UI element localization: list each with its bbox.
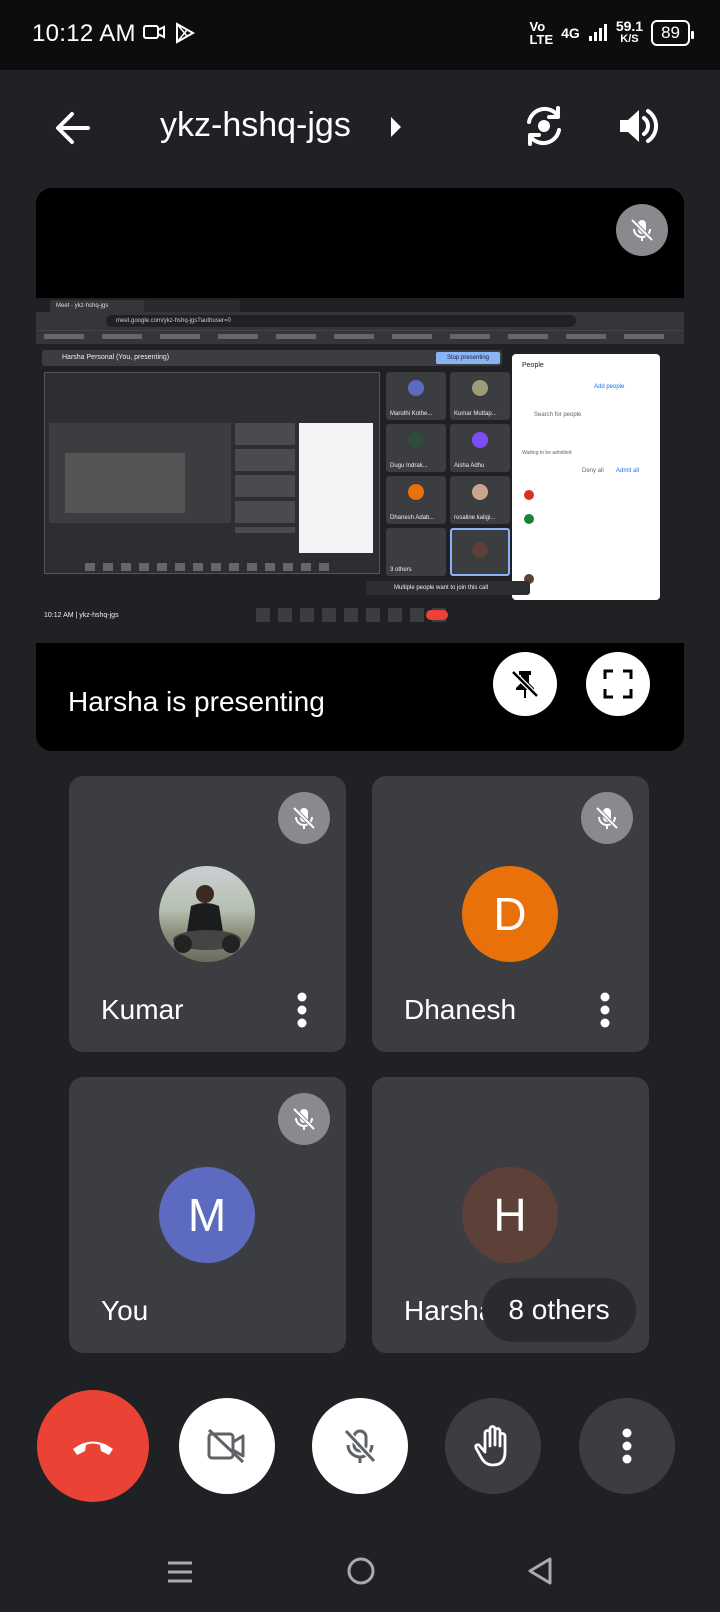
muted-badge bbox=[278, 1093, 330, 1145]
muted-badge bbox=[278, 792, 330, 844]
mic-off-icon bbox=[630, 218, 654, 242]
mic-toggle-button[interactable] bbox=[312, 1398, 408, 1494]
video-camera-icon bbox=[143, 22, 165, 47]
recents-button[interactable] bbox=[166, 1558, 194, 1586]
participant-name: Kumar bbox=[101, 994, 184, 1025]
menu-icon bbox=[168, 1561, 192, 1583]
home-button[interactable] bbox=[346, 1556, 376, 1586]
status-bar: 10:12 AM Vo LTE 4G 59.1 K/S 89 bbox=[0, 0, 720, 70]
fullscreen-icon bbox=[603, 669, 633, 699]
shared-time-code: 10:12 AM | ykz-hshq-jgs bbox=[44, 612, 119, 619]
presenter-muted-badge bbox=[616, 204, 668, 256]
home-circle-icon bbox=[347, 1557, 375, 1585]
browser-url: meet.google.com/ykz-hshq-jgs?authuser=0 bbox=[106, 315, 576, 327]
muted-badge bbox=[581, 792, 633, 844]
participant-name: Harsha bbox=[404, 1295, 495, 1326]
shared-toast: Multiple people want to join this call bbox=[366, 581, 530, 595]
fullscreen-button[interactable] bbox=[586, 652, 650, 716]
switch-camera-icon bbox=[527, 106, 561, 146]
play-store-icon bbox=[174, 22, 196, 49]
presentation-tile[interactable]: Meet - ykz-hshq-jgs meet.google.com/ykz-… bbox=[36, 188, 684, 751]
network-type: 4G bbox=[561, 25, 580, 41]
shared-people-panel: People Add people Search for people Wait… bbox=[512, 354, 660, 600]
speaker-button[interactable] bbox=[614, 102, 662, 150]
stop-presenting-label: Stop presenting bbox=[436, 352, 500, 364]
end-call-button[interactable] bbox=[37, 1390, 149, 1502]
mic-off-icon bbox=[292, 806, 316, 830]
pin-off-icon bbox=[511, 670, 539, 698]
status-indicators: Vo LTE 4G 59.1 K/S 89 bbox=[529, 18, 694, 47]
switch-camera-button[interactable] bbox=[520, 102, 568, 150]
video-off-icon bbox=[207, 1428, 245, 1464]
more-vert-icon bbox=[622, 1428, 632, 1464]
others-pill[interactable]: 8 others bbox=[482, 1278, 636, 1342]
participant-name: Dhanesh bbox=[404, 994, 517, 1025]
camera-toggle-button[interactable] bbox=[179, 1398, 275, 1494]
speaker-icon bbox=[620, 109, 658, 143]
back-triangle-icon bbox=[528, 1557, 552, 1585]
raise-hand-button[interactable] bbox=[445, 1398, 541, 1494]
presenting-label: Harsha is presenting bbox=[68, 686, 325, 717]
participant-tile[interactable]: M You bbox=[69, 1077, 346, 1353]
back-arrow-icon bbox=[56, 112, 90, 144]
shared-screen: Meet - ykz-hshq-jgs meet.google.com/ykz-… bbox=[36, 298, 684, 643]
meeting-code[interactable]: ykz-hshq-jgs bbox=[160, 106, 351, 145]
hand-icon bbox=[474, 1425, 507, 1467]
more-vert-icon bbox=[600, 992, 610, 1028]
back-nav-button[interactable] bbox=[526, 1556, 554, 1586]
network-speed: 59.1 K/S bbox=[615, 18, 644, 45]
back-button[interactable] bbox=[48, 104, 96, 152]
expand-arrow-icon[interactable] bbox=[391, 117, 401, 137]
mic-off-icon bbox=[292, 1107, 316, 1131]
more-vert-icon bbox=[297, 992, 307, 1028]
avatar-photo bbox=[159, 866, 255, 962]
participant-tile[interactable]: D Dhanesh bbox=[372, 776, 649, 1052]
battery-indicator: 89 bbox=[651, 20, 694, 46]
volte-indicator: Vo LTE bbox=[529, 19, 554, 47]
participant-name: You bbox=[101, 1295, 149, 1326]
browser-tab: Meet - ykz-hshq-jgs bbox=[50, 300, 146, 312]
unpin-button[interactable] bbox=[493, 652, 557, 716]
signal-icon bbox=[588, 22, 608, 45]
avatar-initial: H bbox=[462, 1167, 558, 1263]
person-photo-icon bbox=[173, 885, 241, 953]
hang-up-icon bbox=[73, 1441, 113, 1455]
more-options-button[interactable] bbox=[579, 1398, 675, 1494]
status-time: 10:12 AM bbox=[32, 20, 136, 47]
system-nav-bar bbox=[0, 1540, 720, 1612]
meeting-header: ykz-hshq-jgs bbox=[0, 76, 720, 176]
more-options-button[interactable] bbox=[599, 990, 611, 1030]
participant-tile[interactable]: Kumar bbox=[69, 776, 346, 1052]
shared-participant-grid: Maruthi Kothe... Kumar Muttap... Dugu In… bbox=[386, 372, 512, 582]
mic-off-icon bbox=[595, 806, 619, 830]
mic-off-icon bbox=[343, 1428, 377, 1464]
presenting-banner: Harsha Personal (You, presenting) bbox=[62, 354, 170, 361]
avatar-initial: M bbox=[159, 1167, 255, 1263]
more-options-button[interactable] bbox=[296, 990, 308, 1030]
avatar-initial: D bbox=[462, 866, 558, 962]
